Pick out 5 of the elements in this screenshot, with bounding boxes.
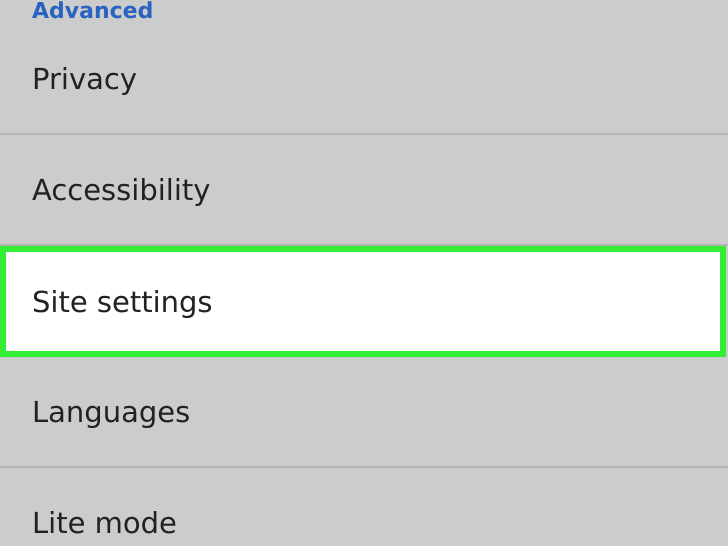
settings-item[interactable]: Lite mode bbox=[0, 468, 728, 546]
section-header: Advanced bbox=[31, 0, 154, 24]
settings-item[interactable]: Site settings bbox=[0, 246, 726, 357]
settings-item[interactable]: Privacy bbox=[0, 24, 728, 135]
settings-item[interactable]: Languages bbox=[0, 357, 728, 468]
